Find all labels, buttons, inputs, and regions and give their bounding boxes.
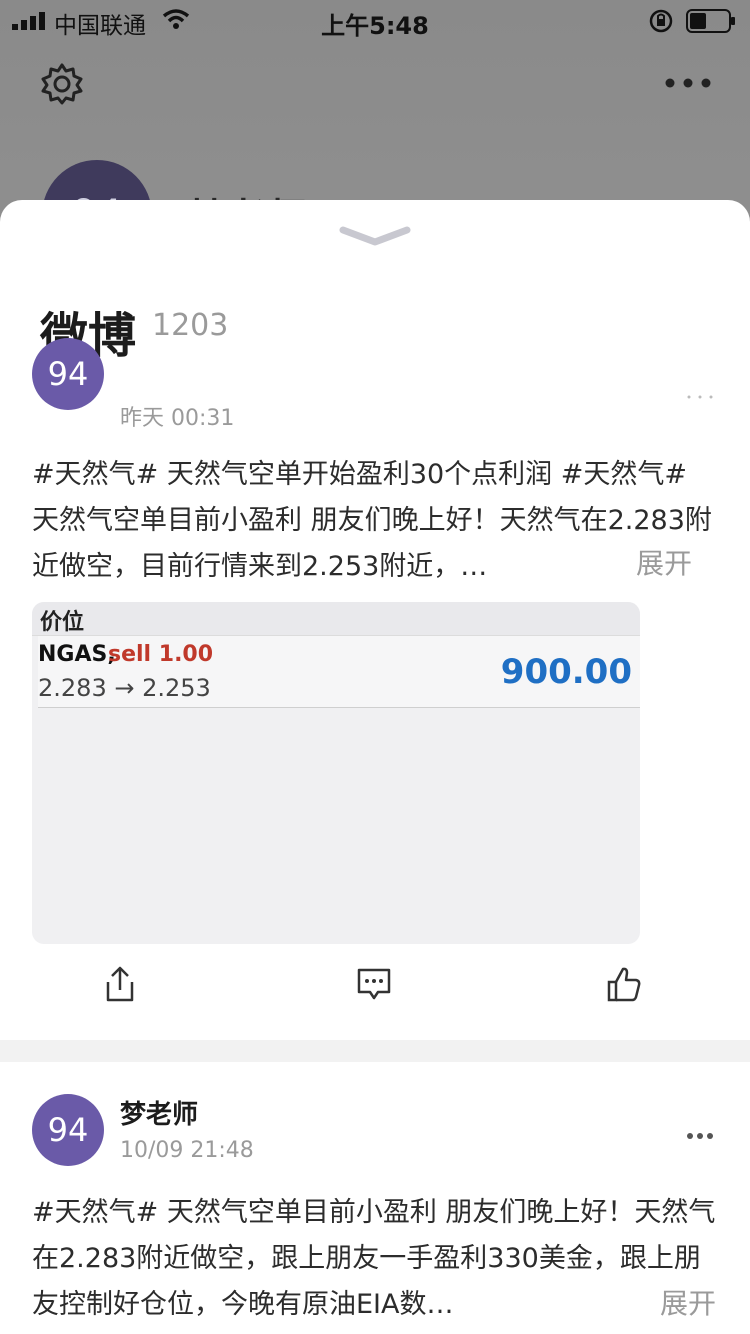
- post-card: 94 梦老师 10/09 21:48 #天然气# 天然气空单目前小盈利 朋友们晚…: [0, 1062, 750, 1334]
- image-header: 价位: [32, 602, 640, 636]
- post-time: 昨天 00:31: [120, 406, 235, 431]
- post-text[interactable]: #天然气# 天然气空单开始盈利30个点利润 #天然气# 天然气空单目前小盈利 朋…: [32, 452, 722, 590]
- avatar[interactable]: 94: [32, 338, 104, 410]
- post-divider: [0, 1040, 750, 1062]
- comment-icon[interactable]: [356, 964, 392, 1004]
- status-bar: 中国联通 上午5:48: [0, 0, 750, 42]
- trade-prices: 2.283 → 2.253: [38, 674, 211, 702]
- post-text[interactable]: #天然气# 天然气空单目前小盈利 朋友们晚上好！天然气在2.283附近做空，跟上…: [32, 1190, 722, 1328]
- trade-profit: 900.00: [500, 652, 632, 692]
- trade-side: sell 1.00: [108, 642, 214, 667]
- post-time: 10/09 21:48: [120, 1138, 254, 1163]
- rotation-lock-icon: [649, 9, 673, 33]
- collapse-chevron-icon[interactable]: [338, 224, 412, 248]
- settings-gear-icon[interactable]: [40, 62, 84, 106]
- avatar[interactable]: 94: [32, 1094, 104, 1166]
- post-count: 1203: [152, 308, 229, 343]
- weibo-bottom-sheet: 微博 1203 94 昨天 00:31 #天然气# 天然气空单开始盈利30个点利…: [0, 200, 750, 1334]
- post-action-bar: [0, 964, 750, 1024]
- share-icon[interactable]: [102, 964, 138, 1004]
- battery-icon: [686, 9, 735, 33]
- trade-row: NGAS, sell 1.00 2.283 → 2.253 900.00: [38, 636, 640, 708]
- post-image[interactable]: 价位 NGAS, sell 1.00 2.283 → 2.253 900.00: [32, 602, 640, 944]
- trade-symbol: NGAS,: [38, 642, 116, 667]
- image-header-label: 价位: [40, 610, 85, 635]
- more-options-icon[interactable]: [664, 74, 712, 92]
- expand-link[interactable]: 展开: [630, 542, 693, 582]
- post-card: 94 昨天 00:31 #天然气# 天然气空单开始盈利30个点利润 #天然气# …: [0, 338, 750, 1040]
- thumbs-up-icon[interactable]: [606, 964, 642, 1004]
- more-options-icon[interactable]: [686, 1132, 714, 1140]
- expand-link[interactable]: 展开: [654, 1282, 717, 1322]
- author-name[interactable]: 梦老师: [120, 1094, 198, 1131]
- status-time: 上午5:48: [321, 12, 429, 40]
- more-options-icon[interactable]: [686, 394, 714, 400]
